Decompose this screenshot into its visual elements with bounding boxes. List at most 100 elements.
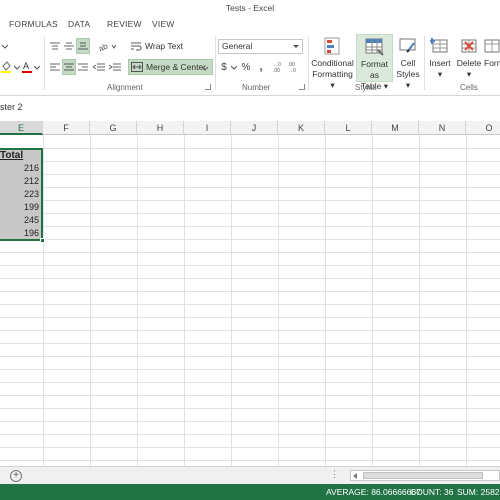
align-top-icon [50,42,60,50]
alignment-launcher-icon[interactable] [205,84,211,90]
row-gridline [0,161,500,162]
font-color-button[interactable]: A [21,59,33,75]
group-separator [424,36,425,90]
wrap-text-label: Wrap Text [145,41,183,51]
decrease-decimal-button[interactable]: .00 →0 [287,59,301,75]
increase-decimal-icon: ←0.00 [273,62,281,73]
scroll-left-icon[interactable] [353,473,357,479]
spreadsheet-grid[interactable]: E F G H I J K L M N O Total 216 212 223 … [0,121,500,466]
bottom-align-button[interactable] [76,38,90,54]
cell-styles-label-1: Cell [400,58,416,68]
cell-e-value[interactable]: 245 [0,214,41,227]
column-header-f[interactable]: F [43,121,90,135]
number-group-label: Number [242,83,271,92]
wrap-text-button[interactable]: Wrap Text [128,38,214,54]
column-header-g[interactable]: G [90,121,137,135]
merge-center-button[interactable]: Merge & Center [128,59,213,75]
insert-cells-button[interactable]: Insert ▾ [426,34,454,82]
chevron-down-icon [34,65,40,70]
row-gridline [0,174,500,175]
column-header-k[interactable]: K [278,121,325,135]
tab-formulas[interactable]: FORMULAS [9,19,58,29]
row-gridline [0,304,500,305]
chevron-down-icon [14,65,20,70]
conditional-formatting-button[interactable]: Conditional Formatting ▾ [309,34,356,90]
cell-e-total-header[interactable]: Total [0,149,41,162]
cell-e-value[interactable]: 196 [0,227,41,240]
add-sheet-button[interactable]: + [10,470,22,482]
cell-e-value[interactable]: 199 [0,201,41,214]
cell-styles-button[interactable]: Cell Styles ▾ [394,34,422,90]
align-bottom-icon [78,42,88,50]
align-right-button[interactable] [76,59,90,75]
delete-cells-button[interactable]: Delete ▾ [455,34,483,82]
column-header-l[interactable]: L [325,121,372,135]
chevron-down-icon [293,45,299,48]
chevron-down-icon: ▾ [437,69,443,79]
name-box[interactable]: ster 2 [0,102,23,112]
cell-e-value[interactable]: 212 [0,175,41,188]
chevron-down-icon: ▾ [330,80,335,90]
scrollbar-thumb[interactable] [363,472,483,479]
increase-decimal-button[interactable]: ←0.00 [272,59,286,75]
dollar-icon: $ [221,61,227,73]
column-gridline [90,135,91,466]
column-gridline [137,135,138,466]
column-header-e[interactable]: E [0,121,43,135]
column-header-h[interactable]: H [137,121,184,135]
format-cells-button[interactable]: Form [484,34,500,82]
align-left-icon [50,63,60,71]
column-header-i[interactable]: I [184,121,231,135]
sheet-tab-bar: + ⋮ [0,466,500,484]
cell-e-value[interactable]: 216 [0,162,41,175]
tab-review[interactable]: REVIEW [107,19,142,29]
font-color-dropdown[interactable] [33,59,41,75]
tab-splitter-icon[interactable]: ⋮ [330,469,339,480]
top-align-button[interactable] [48,38,62,54]
fill-color-dropdown[interactable] [13,59,21,75]
chevron-down-icon: ▾ [466,69,472,79]
column-header-o[interactable]: O [466,121,500,135]
increase-indent-button[interactable] [108,59,122,75]
column-gridline [43,135,44,466]
ribbon-tabs: FORMULAS DATA REVIEW VIEW [0,16,500,32]
fill-color-button[interactable] [0,59,12,75]
number-launcher-icon[interactable] [299,84,305,90]
tab-data[interactable]: DATA [68,19,90,29]
decrease-indent-button[interactable] [92,59,106,75]
accounting-format-dropdown[interactable] [230,59,238,75]
column-header-n[interactable]: N [419,121,466,135]
column-header-j[interactable]: J [231,121,278,135]
percent-style-button[interactable]: % [239,59,253,75]
number-format-dropdown[interactable]: General [218,39,303,54]
row-gridline [0,382,500,383]
cell-e-value[interactable]: 223 [0,188,41,201]
tab-view[interactable]: VIEW [152,19,175,29]
row-gridline [0,148,500,149]
chevron-down-icon [1,44,9,49]
paint-bucket-icon [1,61,11,73]
middle-align-button[interactable] [62,38,76,54]
decrease-decimal-icon: .00→0 [288,62,296,73]
percent-icon: % [241,61,251,73]
formula-bar-row: ster 2 [0,100,500,116]
column-gridline [278,135,279,466]
conditional-formatting-label-2: Formatting [312,69,353,79]
orientation-button[interactable]: ab [96,38,118,54]
accounting-format-button[interactable]: $ [218,59,230,75]
number-format-value: General [222,41,253,51]
format-as-table-button[interactable]: Format as Table ▾ [356,34,393,91]
column-gridline [372,135,373,466]
comma-style-button[interactable]: , [255,59,267,75]
font-size-dropdown[interactable] [0,38,10,54]
text-orientation-icon: ab [98,41,116,51]
align-left-button[interactable] [48,59,62,75]
horizontal-scrollbar[interactable] [350,470,500,481]
alignment-group-label: Alignment [107,83,143,92]
align-center-button[interactable] [62,59,76,75]
delete-label: Delete [456,58,482,68]
row-gridline [0,421,500,422]
group-separator [215,36,216,90]
column-header-m[interactable]: M [372,121,419,135]
row-gridline [0,408,500,409]
